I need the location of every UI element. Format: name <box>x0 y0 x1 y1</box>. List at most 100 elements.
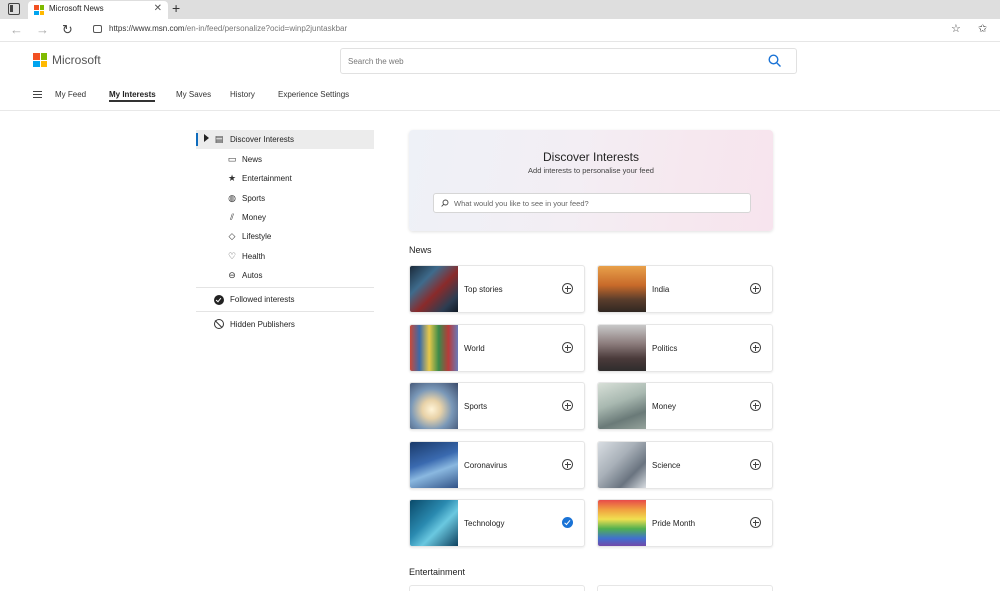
interest-card-india[interactable]: India <box>597 265 773 313</box>
nav-my-feed[interactable]: My Feed <box>55 90 86 99</box>
section-title-news: News <box>409 245 432 255</box>
ball-icon: ◍ <box>228 193 236 203</box>
sidebar-item-money[interactable]: Money <box>242 213 266 222</box>
forward-icon[interactable]: → <box>36 22 49 37</box>
interest-card-technology[interactable]: Technology <box>409 499 585 547</box>
sidebar-item-followed-interests[interactable]: Followed interests <box>230 295 294 304</box>
address-bar: ← → ↻ https://www.msn.com/en-in/feed/per… <box>0 19 1000 42</box>
interest-card-money[interactable]: Money <box>597 382 773 430</box>
interest-thumbnail <box>598 442 646 488</box>
favorite-add-icon[interactable]: ☆ <box>951 22 961 35</box>
browser-tab-strip: Microsoft News ✕ + <box>0 0 1000 19</box>
tab-actions-icon[interactable] <box>8 3 20 15</box>
add-icon[interactable] <box>750 517 761 528</box>
search-icon[interactable] <box>768 54 782 68</box>
nav-experience-settings[interactable]: Experience Settings <box>278 90 349 99</box>
sidebar-item-entertainment[interactable]: Entertainment <box>242 174 292 183</box>
interest-label: Pride Month <box>652 519 696 528</box>
new-tab-button[interactable]: + <box>172 0 180 16</box>
discover-subtitle: Add interests to personalise your feed <box>528 166 654 175</box>
followed-check-icon[interactable] <box>562 517 573 528</box>
check-circle-icon <box>214 295 224 305</box>
interest-card-sports[interactable]: Sports <box>409 382 585 430</box>
sidebar-item-hidden-publishers[interactable]: Hidden Publishers <box>230 320 295 329</box>
nav-my-saves[interactable]: My Saves <box>176 90 211 99</box>
interest-thumbnail <box>598 325 646 371</box>
interest-search-field[interactable]: What would you like to see in your feed? <box>433 193 751 213</box>
add-icon[interactable] <box>750 400 761 411</box>
sidebar-divider <box>196 311 374 312</box>
back-icon[interactable]: ← <box>10 22 23 37</box>
search-icon <box>441 199 449 207</box>
favorites-icon[interactable]: ✩ <box>978 22 987 35</box>
sidebar-item-lifestyle[interactable]: Lifestyle <box>242 232 271 241</box>
sidebar-item-label[interactable]: Discover Interests <box>230 135 294 144</box>
discover-icon: ▤ <box>214 134 224 144</box>
interest-card[interactable] <box>409 585 585 591</box>
discover-title: Discover Interests <box>542 150 640 164</box>
add-icon[interactable] <box>562 459 573 470</box>
add-icon[interactable] <box>750 283 761 294</box>
active-item-indicator <box>196 133 198 146</box>
heart-icon: ♡ <box>227 251 237 261</box>
interest-card-politics[interactable]: Politics <box>597 324 773 372</box>
active-nav-indicator <box>109 100 155 102</box>
interest-thumbnail <box>410 383 458 429</box>
section-title-entertainment: Entertainment <box>409 567 466 577</box>
url-text: https://www.msn.com/en-in/feed/personali… <box>109 24 348 33</box>
car-icon: ⊖ <box>228 270 236 280</box>
interest-thumbnail <box>410 266 458 312</box>
star-icon: ★ <box>227 173 237 183</box>
refresh-icon[interactable]: ↻ <box>62 22 73 38</box>
add-icon[interactable] <box>750 459 761 470</box>
hamburger-menu-icon[interactable] <box>33 91 42 98</box>
interest-thumbnail <box>410 442 458 488</box>
search-input[interactable]: Search the web <box>348 57 404 66</box>
interest-card[interactable] <box>597 585 773 591</box>
sidebar-item-sports[interactable]: Sports <box>242 194 265 203</box>
add-icon[interactable] <box>562 342 573 353</box>
url-field[interactable]: https://www.msn.com/en-in/feed/personali… <box>85 21 970 39</box>
interest-card-science[interactable]: Science <box>597 441 773 489</box>
discover-interests-card: Discover Interests Add interests to pers… <box>409 130 773 231</box>
brand-name[interactable]: Microsoft <box>52 53 101 67</box>
interest-thumbnail <box>410 325 458 371</box>
interest-label: Politics <box>652 344 678 353</box>
web-search-box[interactable]: Search the web <box>340 48 797 74</box>
chart-icon: ⫽ <box>229 212 234 222</box>
nav-my-interests[interactable]: My Interests <box>109 90 156 99</box>
interest-card-pride-month[interactable]: Pride Month <box>597 499 773 547</box>
interest-card-coronavirus[interactable]: Coronavirus <box>409 441 585 489</box>
msn-favicon-icon <box>34 5 44 15</box>
sidebar-item-health[interactable]: Health <box>242 252 265 261</box>
caret-right-icon[interactable] <box>204 134 209 142</box>
tab-title: Microsoft News <box>49 4 104 13</box>
interest-label: Technology <box>464 519 505 528</box>
interest-label: Science <box>652 461 681 470</box>
block-icon <box>214 319 224 329</box>
nav-history[interactable]: History <box>230 90 255 99</box>
browser-tab[interactable]: Microsoft News ✕ <box>28 1 168 19</box>
sidebar-item-autos[interactable]: Autos <box>242 271 262 280</box>
news-icon: ▭ <box>227 154 237 164</box>
lock-icon <box>93 25 102 33</box>
tab-close-icon[interactable]: ✕ <box>154 3 162 14</box>
add-icon[interactable] <box>562 283 573 294</box>
microsoft-logo-icon[interactable] <box>33 53 47 67</box>
interest-card-top-stories[interactable]: Top stories <box>409 265 585 313</box>
add-icon[interactable] <box>750 342 761 353</box>
interest-label: Sports <box>464 402 488 411</box>
interest-label: India <box>652 285 670 294</box>
interest-label: Money <box>652 402 677 411</box>
sidebar-divider <box>196 287 374 288</box>
interest-search-input[interactable]: What would you like to see in your feed? <box>454 199 589 208</box>
diamond-icon: ◇ <box>228 231 236 241</box>
interest-label: Coronavirus <box>464 461 508 470</box>
sidebar-item-news[interactable]: News <box>242 155 262 164</box>
interest-label: Top stories <box>464 285 503 294</box>
interest-card-world[interactable]: World <box>409 324 585 372</box>
add-icon[interactable] <box>562 400 573 411</box>
interest-thumbnail <box>598 383 646 429</box>
interest-thumbnail <box>598 500 646 546</box>
interest-thumbnail <box>410 500 458 546</box>
